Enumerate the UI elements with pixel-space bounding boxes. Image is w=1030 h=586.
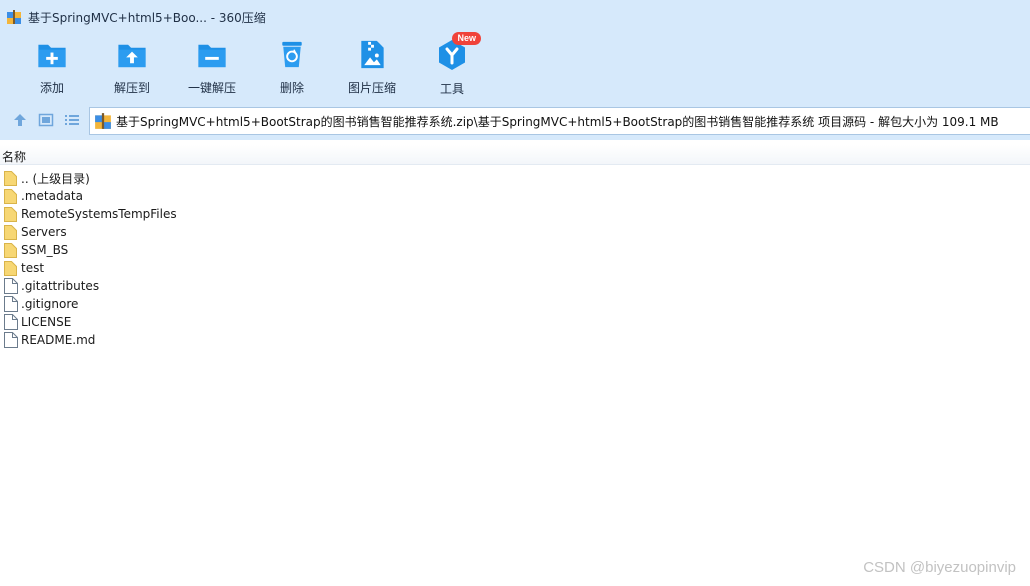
list-item[interactable]: LICENSE bbox=[0, 313, 1030, 331]
zip-archive-icon bbox=[95, 113, 111, 129]
one-click-extract-button[interactable]: 一键解压 bbox=[172, 38, 252, 96]
folder-icon bbox=[4, 189, 17, 204]
folder-icon bbox=[4, 243, 17, 258]
up-level-icon[interactable] bbox=[12, 112, 28, 128]
app-logo-icon bbox=[7, 10, 21, 24]
toolbar: 添加 解压到 一键解压 删除 图片压缩 New 工具 bbox=[0, 32, 1030, 100]
list-item-name: .gitignore bbox=[21, 297, 79, 311]
list-item-name: .gitattributes bbox=[21, 279, 100, 293]
list-item-name: Servers bbox=[21, 225, 67, 239]
tools-button-label: 工具 bbox=[439, 82, 464, 96]
add-button[interactable]: 添加 bbox=[12, 38, 92, 96]
tools-button[interactable]: New 工具 bbox=[412, 32, 492, 96]
list-view-icon[interactable] bbox=[64, 112, 80, 128]
window-title: 基于SpringMVC+html5+Boo... - 360压缩 bbox=[28, 9, 266, 26]
file-icon bbox=[4, 332, 18, 348]
delete-button[interactable]: 删除 bbox=[252, 38, 332, 96]
add-icon bbox=[38, 44, 66, 68]
add-button-label: 添加 bbox=[39, 81, 64, 95]
new-badge: New bbox=[452, 32, 481, 45]
folder-icon bbox=[4, 171, 17, 186]
tools-icon-wrap: New bbox=[435, 32, 481, 72]
folder-icon bbox=[4, 261, 17, 276]
thumbnail-view-icon[interactable] bbox=[38, 112, 54, 128]
file-list: .. (上级目录) .metadata RemoteSystemsTempFil… bbox=[0, 169, 1030, 349]
delete-icon bbox=[282, 41, 302, 68]
folder-icon bbox=[4, 207, 17, 222]
list-item[interactable]: test bbox=[0, 259, 1030, 277]
image-compress-button-label: 图片压缩 bbox=[347, 81, 396, 95]
list-item[interactable]: .. (上级目录) bbox=[0, 169, 1030, 187]
list-item-name: .metadata bbox=[21, 189, 83, 203]
list-item-name: README.md bbox=[21, 333, 96, 347]
file-icon bbox=[4, 314, 18, 330]
list-item[interactable]: .gitignore bbox=[0, 295, 1030, 313]
image-compress-button[interactable]: 图片压缩 bbox=[332, 38, 412, 96]
one-click-extract-icon bbox=[198, 44, 226, 68]
list-item[interactable]: .gitattributes bbox=[0, 277, 1030, 295]
window-title-archive: 基于SpringMVC+html5+Boo... bbox=[28, 10, 207, 25]
extract-to-button[interactable]: 解压到 bbox=[92, 38, 172, 96]
list-item-name: LICENSE bbox=[21, 315, 72, 329]
window-title-separator: - bbox=[210, 10, 216, 25]
list-item[interactable]: SSM_BS bbox=[0, 241, 1030, 259]
list-item[interactable]: RemoteSystemsTempFiles bbox=[0, 205, 1030, 223]
list-item-name: .. (上级目录) bbox=[21, 171, 90, 186]
one-click-extract-button-label: 一键解压 bbox=[187, 81, 236, 95]
extract-to-icon bbox=[118, 44, 146, 68]
extract-to-button-label: 解压到 bbox=[113, 81, 150, 95]
delete-button-label: 删除 bbox=[279, 81, 304, 95]
list-item-name: test bbox=[21, 261, 45, 275]
list-item-name: SSM_BS bbox=[21, 243, 69, 257]
list-item[interactable]: Servers bbox=[0, 223, 1030, 241]
address-row: 基于SpringMVC+html5+BootStrap的图书销售智能推荐系统.z… bbox=[0, 100, 1030, 140]
window-title-app: 360压缩 bbox=[218, 10, 266, 25]
title-bar[interactable]: 基于SpringMVC+html5+Boo... - 360压缩 bbox=[0, 0, 1030, 34]
file-icon bbox=[4, 296, 18, 312]
list-item[interactable]: README.md bbox=[0, 331, 1030, 349]
list-item-name: RemoteSystemsTempFiles bbox=[21, 207, 177, 221]
address-path: 基于SpringMVC+html5+BootStrap的图书销售智能推荐系统.z… bbox=[116, 114, 999, 129]
column-header-name[interactable]: 名称 bbox=[2, 148, 26, 165]
file-icon bbox=[4, 278, 18, 294]
address-bar[interactable]: 基于SpringMVC+html5+BootStrap的图书销售智能推荐系统.z… bbox=[89, 107, 1030, 135]
watermark: CSDN @biyezuopinvip bbox=[863, 559, 1016, 576]
image-compress-icon bbox=[361, 40, 384, 69]
file-list-header: 名称 bbox=[0, 145, 1030, 165]
list-item[interactable]: .metadata bbox=[0, 187, 1030, 205]
folder-icon bbox=[4, 225, 17, 240]
